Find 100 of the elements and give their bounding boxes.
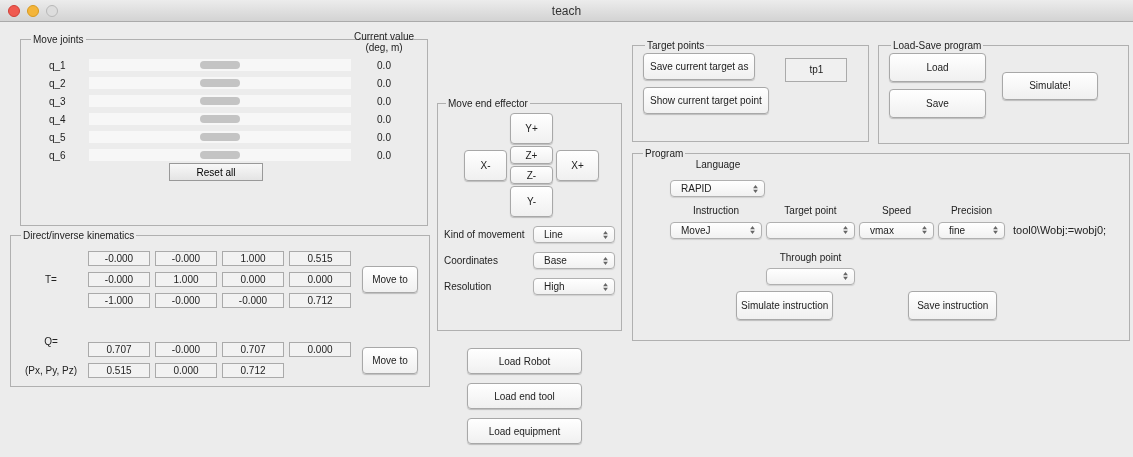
panel-title: Load-Save program <box>892 40 983 51</box>
slider-thumb[interactable] <box>200 61 240 69</box>
matrix-cell: -0.000 <box>88 272 150 287</box>
load-button[interactable]: Load end tool <box>467 383 582 409</box>
updown-arrows-icon <box>603 282 608 291</box>
load-button[interactable]: Load equipment <box>467 418 582 444</box>
matrix-cell: 1.000 <box>222 251 284 266</box>
joint-value: 0.0 <box>376 77 392 89</box>
updown-arrows-icon <box>922 226 927 234</box>
updown-arrows-icon <box>843 226 848 234</box>
quaternion-cell: 0.707 <box>222 342 284 357</box>
load-button[interactable]: Load Robot <box>467 348 582 374</box>
jog-button[interactable]: Y+ <box>510 113 553 144</box>
setting-label: Coordinates <box>444 255 498 266</box>
joint-slider[interactable] <box>89 131 351 143</box>
quaternion-cell: -0.000 <box>155 342 217 357</box>
joint-label: q_3 <box>48 95 67 107</box>
joint-label: q_6 <box>48 149 67 161</box>
field-label: Target point <box>783 204 838 216</box>
dropdown[interactable]: fine <box>938 221 1005 239</box>
joint-slider[interactable] <box>89 77 351 89</box>
panel-title: Direct/inverse kinematics <box>22 230 136 241</box>
move-to-button[interactable]: Move to <box>362 346 418 374</box>
panel-title: Move end effector <box>447 98 529 109</box>
target-name-field[interactable]: tp1 <box>785 58 848 82</box>
slider-thumb[interactable] <box>200 133 240 141</box>
position-cell: 0.712 <box>222 363 284 378</box>
slider-thumb[interactable] <box>200 79 240 87</box>
load-program-button[interactable]: Load <box>889 53 986 82</box>
matrix-cell: 1.000 <box>155 272 217 287</box>
move-to-button[interactable]: Move to <box>362 266 418 293</box>
dropdown[interactable]: High <box>533 278 615 295</box>
panel-title: Program <box>644 148 685 159</box>
matrix-cell: -0.000 <box>155 293 217 308</box>
field-label: Through point <box>778 252 843 263</box>
panel-title: Move joints <box>32 34 85 45</box>
jog-button[interactable]: X+ <box>556 149 599 181</box>
dropdown[interactable]: Line <box>533 226 615 243</box>
position-cell: 0.000 <box>155 363 217 378</box>
joint-slider[interactable] <box>89 149 351 161</box>
save-target-button[interactable]: Save current target as <box>643 53 756 80</box>
simulate-button[interactable]: Simulate! <box>1002 71 1098 100</box>
minimize-icon[interactable] <box>27 5 39 17</box>
matrix-cell: -0.000 <box>88 251 150 266</box>
joint-slider[interactable] <box>89 59 351 71</box>
instruction-suffix: tool0\Wobj:=wobj0; <box>1012 224 1108 236</box>
updown-arrows-icon <box>993 226 998 234</box>
matrix-cell: -0.000 <box>155 251 217 266</box>
updown-arrows-icon <box>750 226 755 234</box>
joint-slider[interactable] <box>89 113 351 125</box>
matrix-cell: -0.000 <box>222 293 284 308</box>
field-label: Language <box>694 159 742 170</box>
setting-label: Kind of movement <box>444 229 525 240</box>
slider-thumb[interactable] <box>200 115 240 123</box>
vector-label: (Px, Py, Pz) <box>23 365 78 376</box>
save-instruction-button[interactable]: Save instruction <box>908 291 998 320</box>
matrix-cell: 0.712 <box>289 293 351 308</box>
matrix-cell: -1.000 <box>88 293 150 308</box>
jog-button[interactable]: X- <box>464 149 507 181</box>
jog-button[interactable]: Z+ <box>510 146 553 164</box>
save-program-button[interactable]: Save <box>889 89 986 118</box>
window-title: teach <box>551 3 582 18</box>
updown-arrows-icon <box>603 230 608 239</box>
joint-value: 0.0 <box>376 59 392 71</box>
matrix-cell: 0.000 <box>222 272 284 287</box>
updown-arrows-icon <box>843 272 848 280</box>
joint-value: 0.0 <box>376 149 392 161</box>
zoom-icon[interactable] <box>46 5 58 17</box>
joint-label: q_4 <box>48 113 67 125</box>
quaternion-cell: 0.707 <box>88 342 150 357</box>
show-target-button[interactable]: Show current target point <box>643 87 769 114</box>
vector-label: Q= <box>43 336 59 347</box>
simulate-instruction-button[interactable]: Simulate instruction <box>736 291 834 320</box>
slider-thumb[interactable] <box>200 151 240 159</box>
joint-value: 0.0 <box>376 95 392 107</box>
field-label: Instruction <box>691 204 741 216</box>
dropdown[interactable]: Base <box>533 252 615 269</box>
joint-label: q_1 <box>48 59 67 71</box>
dropdown[interactable]: vmax <box>859 221 934 239</box>
joint-label: q_5 <box>48 131 67 143</box>
quaternion-cell: 0.000 <box>289 342 351 357</box>
panel-title: Target points <box>646 40 706 51</box>
updown-arrows-icon <box>753 184 758 193</box>
through-point-dropdown[interactable] <box>766 267 855 285</box>
reset-all-button[interactable]: Reset all <box>169 163 263 181</box>
language-dropdown[interactable]: RAPID <box>670 180 765 197</box>
joint-slider[interactable] <box>89 95 351 107</box>
slider-thumb[interactable] <box>200 97 240 105</box>
jog-button[interactable]: Z- <box>510 166 553 184</box>
dropdown[interactable] <box>766 221 855 239</box>
joint-value: 0.0 <box>376 113 392 125</box>
field-label: Precision <box>949 204 994 216</box>
position-cell: 0.515 <box>88 363 150 378</box>
updown-arrows-icon <box>603 256 608 265</box>
close-icon[interactable] <box>8 5 20 17</box>
matrix-cell: 0.515 <box>289 251 351 266</box>
jog-button[interactable]: Y- <box>510 186 553 217</box>
joint-label: q_2 <box>48 77 67 89</box>
dropdown[interactable]: MoveJ <box>670 221 762 239</box>
matrix-cell: 0.000 <box>289 272 351 287</box>
